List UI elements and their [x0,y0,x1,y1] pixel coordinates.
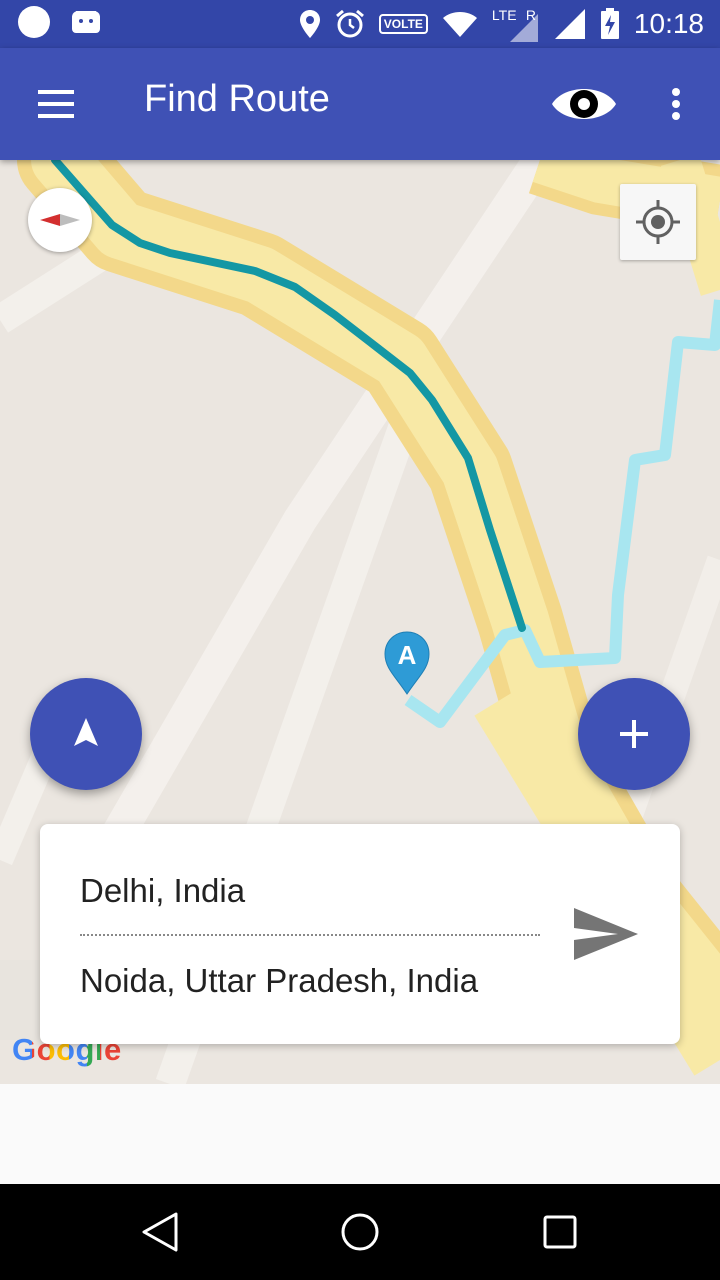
page-title: Find Route [144,78,330,120]
app-toolbar: Find Route [0,48,720,160]
field-divider [80,934,540,936]
battery-charging-icon [600,8,619,39]
my-location-button[interactable] [620,184,696,260]
cell-signal-icon [554,9,585,39]
navigate-button[interactable] [30,678,142,790]
recent-apps-icon[interactable] [538,1210,582,1254]
alarm-clock-icon [335,9,364,38]
eye-icon[interactable] [548,78,620,130]
plus-icon [620,720,648,748]
home-icon[interactable] [338,1210,382,1254]
lte-signal-icon: LTE R [492,4,540,44]
navigation-arrow-icon [74,718,98,746]
system-nav-bar [0,1184,720,1280]
add-button[interactable] [578,678,690,790]
notification-circle-icon [18,6,50,38]
send-icon[interactable] [568,902,642,966]
back-icon[interactable] [138,1210,182,1254]
route-card: Delhi, India Noida, Uttar Pradesh, India [40,824,680,1044]
status-time: 10:18 [633,8,704,39]
location-pin-icon [299,10,320,38]
android-bot-icon [72,6,100,33]
origin-field[interactable]: Delhi, India [80,872,245,910]
wifi-icon [442,12,477,37]
compass-icon[interactable] [28,188,92,252]
location-marker-a: A [384,631,430,695]
hamburger-menu-icon[interactable] [28,82,84,126]
crosshair-icon [636,200,680,244]
volte-icon: VOLTE [378,14,428,34]
marker-label: A [398,640,417,670]
destination-field[interactable]: Noida, Uttar Pradesh, India [80,962,478,1000]
status-bar: VOLTE LTE R 10:18 [0,0,720,48]
overflow-menu-icon[interactable] [660,82,692,126]
